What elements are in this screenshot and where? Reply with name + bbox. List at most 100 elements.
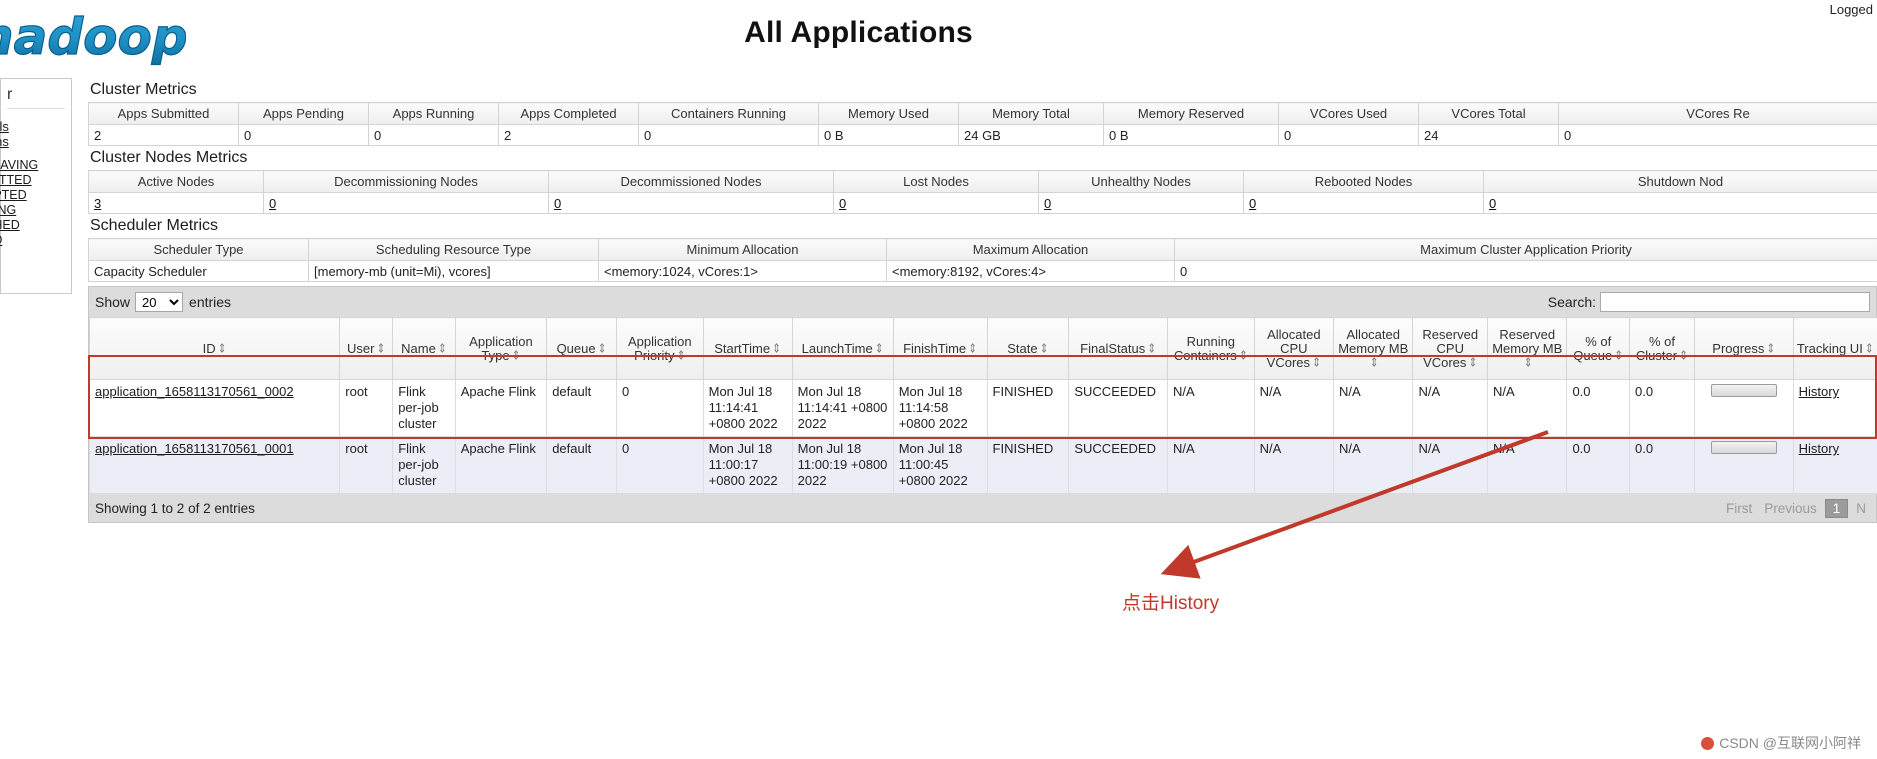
sidebar-item-applications[interactable]: ions (0, 134, 65, 149)
applications-footer: Showing 1 to 2 of 2 entries First Previo… (89, 494, 1876, 522)
th-name-label: Name (401, 340, 436, 356)
tracking-ui-history-link[interactable]: History (1799, 441, 1839, 456)
sidebar-item-failed[interactable]: ED (0, 233, 65, 248)
sort-icon[interactable]: ⇕ (1312, 357, 1321, 370)
pager-previous[interactable]: Previous (1758, 501, 1823, 516)
th-state[interactable]: State ⇕ (986, 317, 1070, 380)
pager-next[interactable]: N (1850, 501, 1872, 516)
sidebar-item-node-labels[interactable]: bels (0, 119, 65, 134)
th-pct-queue[interactable]: % of Queue ⇕ (1566, 317, 1631, 380)
decommissioned-nodes-link[interactable]: 0 (554, 196, 561, 211)
sort-icon[interactable]: ⇕ (218, 343, 227, 356)
sort-icon[interactable]: ⇕ (1370, 357, 1379, 370)
sort-icon[interactable]: ⇕ (875, 343, 884, 356)
sort-icon[interactable]: ⇕ (1239, 350, 1248, 363)
lost-nodes-link[interactable]: 0 (839, 196, 846, 211)
th-application-type[interactable]: Application Type ⇕ (454, 317, 548, 380)
rebooted-nodes-link[interactable]: 0 (1249, 196, 1256, 211)
show-entries-select[interactable]: 20 50 100 (135, 292, 184, 312)
th-starttime[interactable]: StartTime ⇕ (702, 317, 793, 380)
sort-icon[interactable]: ⇕ (1766, 343, 1775, 356)
cell-start-time: Mon Jul 18 11:00:17 +0800 2022 (702, 436, 793, 494)
cell-id: application_1658113170561_0001 (88, 436, 341, 494)
sort-icon[interactable]: ⇕ (1468, 357, 1477, 370)
th-starttime-label: StartTime (714, 340, 771, 356)
scheduler-metrics-title: Scheduler Metrics (90, 217, 219, 234)
th-finishtime[interactable]: FinishTime ⇕ (892, 317, 988, 380)
cell-running-containers: N/A (1167, 379, 1255, 437)
th-finalstatus[interactable]: FinalStatus ⇕ (1068, 317, 1169, 380)
sort-icon[interactable]: ⇕ (512, 350, 521, 363)
sort-icon[interactable]: ⇕ (1040, 343, 1049, 356)
th-pct-cluster-label: % of Cluster (1635, 333, 1678, 363)
th-launchtime[interactable]: LaunchTime ⇕ (791, 317, 894, 380)
sidebar-item-running[interactable]: NING (0, 203, 65, 218)
applications-header-row: ID ⇕ User ⇕ Name ⇕ Application Type ⇕ Queue ⇕… (88, 317, 1877, 380)
cell-allocated-cpu: N/A (1253, 379, 1335, 437)
col-shutdown-nodes: Shutdown Nod (1483, 170, 1877, 193)
tracking-ui-history-link[interactable]: History (1799, 384, 1839, 399)
cell-final-status: SUCCEEDED (1068, 436, 1169, 494)
val-memory-total: 24 GB (958, 124, 1104, 146)
th-progress[interactable]: Progress ⇕ (1693, 317, 1794, 380)
col-containers-running: Containers Running (638, 102, 819, 125)
shutdown-nodes-link[interactable]: 0 (1489, 196, 1496, 211)
sort-icon[interactable]: ⇕ (677, 350, 686, 363)
sidebar-item-finished[interactable]: SHED (0, 218, 65, 233)
val-vcores-used: 0 (1278, 124, 1419, 146)
th-pct-cluster[interactable]: % of Cluster ⇕ (1629, 317, 1695, 380)
cell-allocated-cpu: N/A (1253, 436, 1335, 494)
th-application-priority[interactable]: Application Priority ⇕ (615, 317, 704, 380)
cell-launch-time: Mon Jul 18 11:00:19 +0800 2022 (791, 436, 894, 494)
sort-icon[interactable]: ⇕ (376, 343, 385, 356)
pagination: First Previous 1 N (1720, 494, 1872, 522)
sidebar-item-submitted[interactable]: MITTED (0, 173, 65, 188)
th-running-containers[interactable]: Running Containers ⇕ (1167, 317, 1255, 380)
active-nodes-link[interactable]: 3 (94, 196, 101, 211)
cell-priority: 0 (615, 436, 704, 494)
sort-icon[interactable]: ⇕ (772, 343, 781, 356)
decommissioning-nodes-link[interactable]: 0 (269, 196, 276, 211)
sort-icon[interactable]: ⇕ (1865, 343, 1874, 356)
table-row[interactable]: application_1658113170561_0002 root Flin… (88, 379, 1877, 437)
th-name[interactable]: Name ⇕ (392, 317, 456, 380)
pager-page-1[interactable]: 1 (1824, 498, 1849, 518)
th-allocated-memory[interactable]: Allocated Memory MB⇕ (1333, 317, 1414, 380)
th-queue[interactable]: Queue ⇕ (546, 317, 617, 380)
col-active-nodes: Active Nodes (88, 170, 264, 193)
val-shutdown-nodes: 0 (1483, 192, 1877, 214)
th-user[interactable]: User ⇕ (339, 317, 394, 380)
sort-icon[interactable]: ⇕ (968, 343, 977, 356)
sort-icon[interactable]: ⇕ (1679, 350, 1688, 363)
cell-tracking-ui: History (1792, 379, 1877, 437)
cell-pct-queue: 0.0 (1566, 436, 1631, 494)
th-allocated-cpu[interactable]: Allocated CPU VCores ⇕ (1253, 317, 1335, 380)
col-decommissioned-nodes: Decommissioned Nodes (548, 170, 834, 193)
application-id-link[interactable]: application_1658113170561_0001 (95, 441, 294, 456)
th-reserved-cpu[interactable]: Reserved CPU VCores ⇕ (1412, 317, 1489, 380)
th-id[interactable]: ID ⇕ (88, 317, 341, 380)
th-tracking-ui[interactable]: Tracking UI ⇕ (1792, 317, 1877, 380)
sort-icon[interactable]: ⇕ (1614, 350, 1623, 363)
cell-pct-queue: 0.0 (1566, 379, 1631, 437)
val-scheduling-resource-type: [memory-mb (unit=Mi), vcores] (308, 260, 599, 282)
col-vcores-total: VCores Total (1418, 102, 1559, 125)
unhealthy-nodes-link[interactable]: 0 (1044, 196, 1051, 211)
sort-icon[interactable]: ⇕ (1147, 343, 1156, 356)
pager-first[interactable]: First (1720, 501, 1758, 516)
sidebar-item-new-saving[interactable]: _SAVING (0, 158, 65, 173)
table-row[interactable]: application_1658113170561_0001 root Flin… (88, 436, 1877, 494)
sidebar-item-scheduler[interactable]: er (0, 257, 65, 272)
sort-icon[interactable]: ⇕ (1524, 357, 1533, 370)
sidebar: r bels ions _SAVING MITTED EPTED NING SH… (0, 78, 72, 294)
search-input[interactable] (1600, 292, 1870, 312)
sort-icon[interactable]: ⇕ (598, 343, 607, 356)
sidebar-item-accepted[interactable]: EPTED (0, 188, 65, 203)
cell-launch-time: Mon Jul 18 11:14:41 +0800 2022 (791, 379, 894, 437)
sort-icon[interactable]: ⇕ (438, 343, 447, 356)
application-id-link[interactable]: application_1658113170561_0002 (95, 384, 294, 399)
th-id-label: ID (202, 340, 216, 356)
val-apps-completed: 2 (498, 124, 639, 146)
th-application-type-label: Application Type (469, 333, 533, 363)
th-reserved-memory[interactable]: Reserved Memory MB⇕ (1487, 317, 1568, 380)
